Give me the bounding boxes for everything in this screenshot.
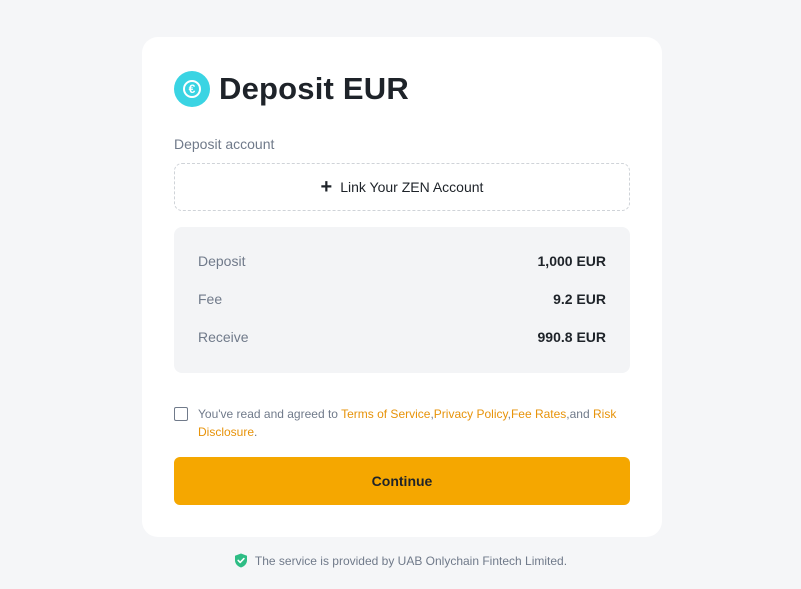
deposit-card: € Deposit EUR Deposit account + Link You… [142,37,662,537]
page-title: Deposit EUR [219,71,409,106]
euro-coin-icon: € [174,71,210,107]
agreement-prefix: You've read and agreed to [198,407,342,421]
summary-key: Deposit [198,253,246,269]
summary-value: 9.2 EUR [553,291,606,307]
plus-icon: + [320,176,333,198]
summary-value: 990.8 EUR [537,329,606,345]
privacy-policy-link[interactable]: Privacy Policy [434,407,508,421]
link-zen-account-label: Link Your ZEN Account [340,179,484,195]
summary-row-deposit: Deposit 1,000 EUR [198,253,606,291]
terms-of-service-link[interactable]: Terms of Service [341,407,430,421]
summary-value: 1,000 EUR [537,253,606,269]
agreement-checkbox[interactable] [174,407,188,421]
summary-key: Receive [198,329,249,345]
summary-key: Fee [198,291,223,307]
footer: The service is provided by UAB Onlychain… [0,553,801,568]
fee-rates-link[interactable]: Fee Rates [511,407,566,421]
continue-button[interactable]: Continue [174,457,630,505]
deposit-summary: Deposit 1,000 EUR Fee 9.2 EUR Receive 99… [174,227,630,373]
summary-row-receive: Receive 990.8 EUR [198,329,606,367]
summary-row-fee: Fee 9.2 EUR [198,291,606,329]
deposit-account-label: Deposit account [174,136,275,152]
agreement-separator: ,and [566,407,593,421]
page-header: € Deposit EUR [174,71,409,107]
link-zen-account-button[interactable]: + Link Your ZEN Account [174,163,630,211]
agreement-suffix: . [254,425,258,439]
agreement-text: You've read and agreed to Terms of Servi… [198,405,630,441]
agreement: You've read and agreed to Terms of Servi… [174,405,630,441]
footer-text: The service is provided by UAB Onlychain… [254,553,568,568]
shield-check-icon [234,553,248,568]
